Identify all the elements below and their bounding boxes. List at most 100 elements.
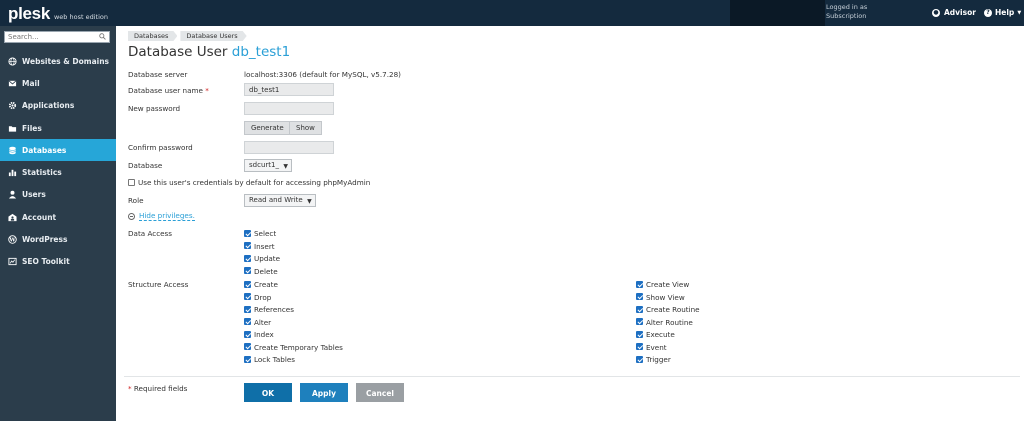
new-password-input[interactable] [244,102,334,115]
privilege-drop[interactable]: Drop [244,293,271,302]
advisor-icon: ● [932,8,940,17]
checkbox[interactable] [636,330,643,338]
logged-in-line: Logged in as [826,3,868,11]
sidebar-item-mail[interactable]: Mail [0,72,116,94]
mail-icon [8,79,17,88]
role-select[interactable]: Read and Write ▼ [244,194,316,207]
sidebar-item-files[interactable]: Files [0,117,116,139]
chevron-down-icon: ▼ [1017,9,1022,16]
hide-privileges-toggle[interactable]: Hide privileges. [128,211,195,221]
checkbox[interactable] [636,318,643,325]
account-icon [8,213,17,222]
account-area [730,0,825,26]
confirm-password-input[interactable] [244,141,334,154]
sidebar-item-label: Websites & Domains [22,56,110,66]
folder-icon [8,124,17,133]
ok-button[interactable]: OK [244,383,292,402]
privilege-alter-routine[interactable]: Alter Routine [636,318,693,327]
sidebar-item-account[interactable]: Account [0,206,116,228]
checkbox[interactable] [244,305,251,313]
phpmyadmin-checkbox[interactable] [128,178,135,186]
privilege-trigger[interactable]: Trigger [636,355,671,364]
privilege-alter[interactable]: Alter [244,318,271,327]
advisor-button[interactable]: ● Advisor [932,8,976,17]
privilege-update[interactable]: Update [244,254,280,263]
privilege-select[interactable]: Select [244,229,276,238]
cancel-button[interactable]: Cancel [356,383,404,402]
data-access-label: Data Access [128,229,173,238]
database-label: Database [128,161,163,170]
privilege-execute[interactable]: Execute [636,330,675,339]
main-content: Databases Database Users Database User d… [116,26,1024,421]
privilege-show-view[interactable]: Show View [636,293,685,302]
database-select[interactable]: sdcurt1_ ▼ [244,159,292,172]
search-input[interactable] [5,32,98,42]
sidebar-nav: Websites & Domains Mail Applications Fil… [0,50,116,273]
checkbox[interactable] [244,343,251,350]
privilege-delete[interactable]: Delete [244,267,278,276]
sidebar-item-databases[interactable]: Databases [0,139,116,162]
advisor-label: Advisor [944,8,976,17]
database-select-value: sdcurt1_ [249,161,279,169]
wordpress-icon: W [8,235,17,244]
checkbox[interactable] [244,242,251,249]
checkbox-label: Delete [254,266,278,276]
page-title-prefix: Database User [128,44,228,60]
search-box [4,31,110,43]
sidebar-item-statistics[interactable]: Statistics [0,161,116,183]
checkbox[interactable] [636,305,643,313]
sidebar-item-label: Mail [22,78,40,88]
privilege-lock-tables[interactable]: Lock Tables [244,355,295,364]
checkbox[interactable] [636,280,643,288]
breadcrumb-database-users[interactable]: Database Users [180,31,246,41]
sidebar-item-label: WordPress [22,235,68,245]
privilege-create[interactable]: Create [244,280,278,289]
checkbox[interactable] [244,280,251,288]
plesk-logo[interactable]: plesk web host edition [8,4,108,24]
help-label: Help [995,8,1015,17]
checkbox-label: Event [646,342,667,352]
phpmyadmin-label: Use this user's credentials by default f… [138,178,371,187]
subscription-line[interactable]: Subscription [826,12,867,21]
sidebar-item-users[interactable]: Users [0,184,116,206]
role-label: Role [128,196,144,205]
breadcrumb-databases[interactable]: Databases [128,31,177,41]
checkbox[interactable] [244,293,251,300]
apply-button[interactable]: Apply [300,383,348,402]
privilege-insert[interactable]: Insert [244,242,275,251]
sidebar-item-websites-domains[interactable]: Websites & Domains [0,50,116,72]
help-button[interactable]: ? Help ▼ [984,8,1021,17]
phpmyadmin-checkbox-row[interactable]: Use this user's credentials by default f… [128,178,370,187]
sidebar-item-label: Databases [22,145,67,155]
checkbox[interactable] [244,330,251,338]
privilege-create-view[interactable]: Create View [636,280,689,289]
show-password-button[interactable]: Show [289,121,322,135]
privilege-create-temporary-tables[interactable]: Create Temporary Tables [244,343,343,352]
sidebar-item-wordpress[interactable]: W WordPress [0,228,116,250]
checkbox-label: Create Temporary Tables [254,342,343,352]
checkbox[interactable] [244,355,251,363]
checkbox[interactable] [636,343,643,350]
search-icon[interactable] [99,33,106,40]
sidebar: Websites & Domains Mail Applications Fil… [0,26,116,421]
checkbox[interactable] [244,267,251,274]
checkbox[interactable] [244,229,251,237]
privilege-index[interactable]: Index [244,330,274,339]
checkbox-label: Index [254,330,274,339]
privilege-event[interactable]: Event [636,343,667,352]
structure-access-label: Structure Access [128,280,189,289]
sidebar-item-applications[interactable]: Applications [0,95,116,117]
checkbox-label: Trigger [646,355,671,364]
privilege-create-routine[interactable]: Create Routine [636,305,700,314]
checkbox-label: Create Routine [646,305,700,314]
checkbox[interactable] [636,355,643,363]
checkbox[interactable] [636,293,643,300]
checkbox-label: Alter [254,317,272,327]
checkbox[interactable] [244,318,251,325]
generate-button[interactable]: Generate [244,121,291,135]
username-input[interactable] [244,83,334,96]
privilege-references[interactable]: References [244,305,294,314]
checkbox[interactable] [244,254,251,262]
hide-privileges-link[interactable]: Hide privileges. [139,211,195,221]
sidebar-item-seo-toolkit[interactable]: SEO Toolkit [0,251,116,273]
